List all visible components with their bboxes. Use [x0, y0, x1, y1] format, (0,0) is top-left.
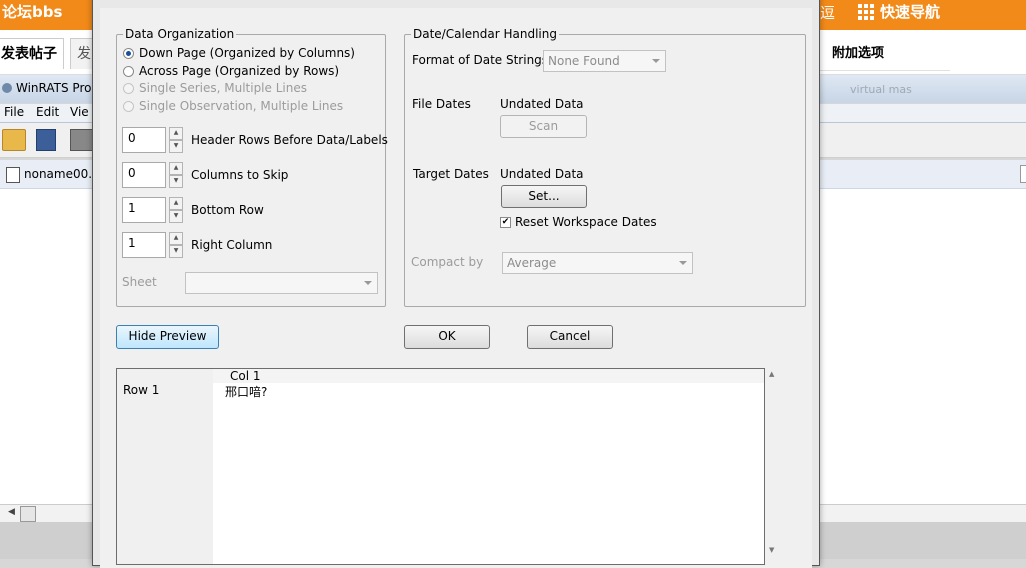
menu-view[interactable]: Vie	[70, 105, 89, 119]
target-dates-value: Undated Data	[500, 167, 584, 181]
quick-nav-link[interactable]: 快速导航	[858, 1, 940, 22]
menu-file[interactable]: File	[4, 105, 24, 119]
spin-up-icon[interactable]: ▲	[169, 127, 183, 140]
radio-dot	[123, 82, 134, 94]
document-item[interactable]: noname00.	[24, 167, 92, 181]
file-dates-label: File Dates	[412, 97, 471, 111]
nav-partial-text: 逗	[820, 4, 836, 22]
preview-header-row	[213, 369, 764, 383]
preview-body	[213, 383, 764, 564]
preview-grid[interactable]: Col 1 Row 1 邢口喑?	[116, 368, 765, 565]
preview-column-header: Col 1	[230, 369, 261, 383]
spin-down-icon[interactable]: ▼	[169, 140, 183, 153]
preview-row-label: Row 1	[123, 383, 160, 397]
columns-to-skip-label: Columns to Skip	[191, 168, 289, 182]
spin-up-icon[interactable]: ▲	[169, 232, 183, 245]
spin-down-icon[interactable]: ▼	[169, 245, 183, 258]
radio-single-series-label: Single Series, Multiple Lines	[139, 81, 307, 95]
date-format-value: None Found	[548, 54, 620, 68]
header-rows-spinner: 0 ▲ ▼ Header Rows Before Data/Labels	[122, 127, 388, 153]
tab-post[interactable]: 发表帖子	[0, 38, 64, 69]
date-format-label: Format of Date Strings	[412, 53, 549, 67]
right-column-input[interactable]: 1	[122, 232, 166, 258]
header-rows-input[interactable]: 0	[122, 127, 166, 153]
forum-brand[interactable]: 论坛bbs	[2, 1, 62, 22]
file-dates-value: Undated Data	[500, 97, 584, 111]
extra-options-link[interactable]: 附加选项	[832, 42, 884, 61]
spin-down-icon[interactable]: ▼	[169, 210, 183, 223]
cancel-button[interactable]: Cancel	[527, 325, 613, 349]
compact-by-value: Average	[507, 256, 557, 270]
compact-by-label: Compact by	[411, 255, 484, 269]
target-dates-label: Target Dates	[413, 167, 489, 181]
compact-by-select[interactable]: Average	[502, 252, 693, 274]
document-icon	[6, 167, 20, 183]
header-rows-label: Header Rows Before Data/Labels	[191, 133, 388, 147]
chevron-down-icon	[679, 261, 687, 265]
preview-vertical-scrollbar[interactable]: ▲ ▼	[766, 370, 780, 559]
spin-up-icon[interactable]: ▲	[169, 162, 183, 175]
quick-nav-label: 快速导航	[880, 3, 941, 21]
radio-across-page-label: Across Page (Organized by Rows)	[139, 64, 340, 78]
scroll-thumb[interactable]	[20, 506, 36, 522]
scroll-up-icon[interactable]: ▲	[769, 370, 774, 378]
open-folder-icon[interactable]	[2, 129, 26, 151]
chevron-down-icon	[652, 59, 660, 63]
scroll-down-icon[interactable]: ▼	[769, 546, 774, 554]
preview-cell[interactable]: 邢口喑?	[225, 383, 267, 400]
date-calendar-title: Date/Calendar Handling	[411, 27, 559, 41]
set-dates-button[interactable]: Set...	[501, 185, 587, 208]
columns-to-skip-spinner: 0 ▲ ▼ Columns to Skip	[122, 162, 288, 188]
radio-dot	[123, 100, 134, 112]
radio-dot	[123, 65, 134, 77]
chevron-down-icon	[364, 281, 372, 285]
radio-down-page-label: Down Page (Organized by Columns)	[139, 46, 355, 60]
bottom-row-label: Bottom Row	[191, 203, 264, 217]
ok-button[interactable]: OK	[404, 325, 490, 349]
scan-button[interactable]: Scan	[500, 115, 587, 138]
menu-edit[interactable]: Edit	[36, 105, 59, 119]
radio-single-observation-label: Single Observation, Multiple Lines	[139, 99, 344, 113]
hide-preview-button[interactable]: Hide Preview	[116, 325, 219, 349]
scroll-left-icon[interactable]: ◀	[8, 507, 15, 517]
date-format-select[interactable]: None Found	[543, 50, 666, 72]
grid-icon	[858, 3, 874, 20]
save-icon[interactable]	[36, 129, 56, 151]
columns-to-skip-input[interactable]: 0	[122, 162, 166, 188]
sheet-select[interactable]	[185, 272, 378, 294]
winrats-title: WinRATS Pro	[16, 81, 92, 95]
divider	[820, 70, 950, 71]
radio-down-page[interactable]: Down Page (Organized by Columns)	[123, 46, 355, 60]
title-bar-blurred-text: virtual mas	[850, 83, 912, 96]
data-organization-title: Data Organization	[123, 27, 237, 41]
spin-up-icon[interactable]: ▲	[169, 197, 183, 210]
panel-toggle-button[interactable]	[1020, 165, 1026, 183]
winrats-app-icon	[2, 83, 12, 93]
spin-down-icon[interactable]: ▼	[169, 175, 183, 188]
print-icon[interactable]	[70, 129, 94, 151]
radio-single-series[interactable]: Single Series, Multiple Lines	[123, 81, 307, 95]
radio-dot	[123, 47, 134, 59]
bottom-row-input[interactable]: 1	[122, 197, 166, 223]
checkmark-icon: ✔	[500, 216, 511, 228]
right-column-spinner: 1 ▲ ▼ Right Column	[122, 232, 272, 258]
right-column-label: Right Column	[191, 238, 273, 252]
reset-workspace-dates-checkbox[interactable]: ✔ Reset Workspace Dates	[500, 215, 657, 229]
radio-across-page[interactable]: Across Page (Organized by Rows)	[123, 64, 339, 78]
bottom-row-spinner: 1 ▲ ▼ Bottom Row	[122, 197, 264, 223]
sheet-label: Sheet	[122, 275, 157, 289]
radio-single-observation[interactable]: Single Observation, Multiple Lines	[123, 99, 343, 113]
reset-workspace-dates-label: Reset Workspace Dates	[515, 215, 657, 229]
